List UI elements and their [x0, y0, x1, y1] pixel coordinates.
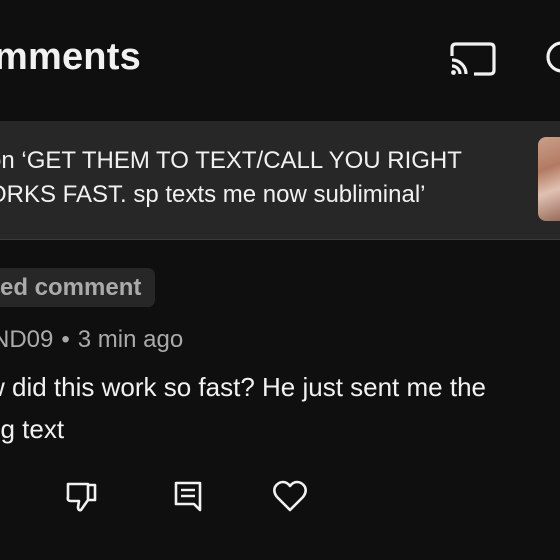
video-title-line-1: on ‘GET THEM TO TEXT/CALL YOU RIGHT: [0, 147, 462, 174]
reply-icon: [174, 481, 202, 512]
comment-badge: ed comment: [0, 268, 156, 307]
search-button[interactable]: [540, 36, 560, 80]
search-icon: [546, 41, 560, 73]
reply-button[interactable]: [168, 476, 208, 516]
heart-button[interactable]: [270, 476, 310, 516]
cast-button[interactable]: [444, 36, 498, 80]
comment-line-1: w did this work so fast? He just sent me…: [0, 372, 486, 402]
heart-icon: [273, 480, 307, 512]
comment-body: w did this work so fast? He just sent me…: [0, 366, 560, 450]
comment-line-2: ng text: [0, 414, 65, 444]
page-title: mments: [0, 36, 141, 78]
meta-separator: •: [61, 326, 70, 353]
dislike-button[interactable]: [62, 476, 102, 516]
comment-author[interactable]: ND09: [0, 326, 53, 353]
cast-icon: [450, 42, 496, 76]
comment-time: 3 min ago: [77, 326, 184, 353]
video-title-line-2: ORKS FAST. sp texts me now subliminal’: [0, 181, 426, 208]
video-thumbnail[interactable]: [538, 137, 560, 221]
video-title: on ‘GET THEM TO TEXT/CALL YOU RIGHT ORKS…: [0, 144, 528, 212]
comment-meta: ND09 • 3 min ago: [0, 326, 183, 354]
thumbs-down-icon: [66, 482, 97, 512]
comments-screen: mments on ‘GET THEM TO TEXT/CALL YOU RIG…: [0, 0, 560, 560]
